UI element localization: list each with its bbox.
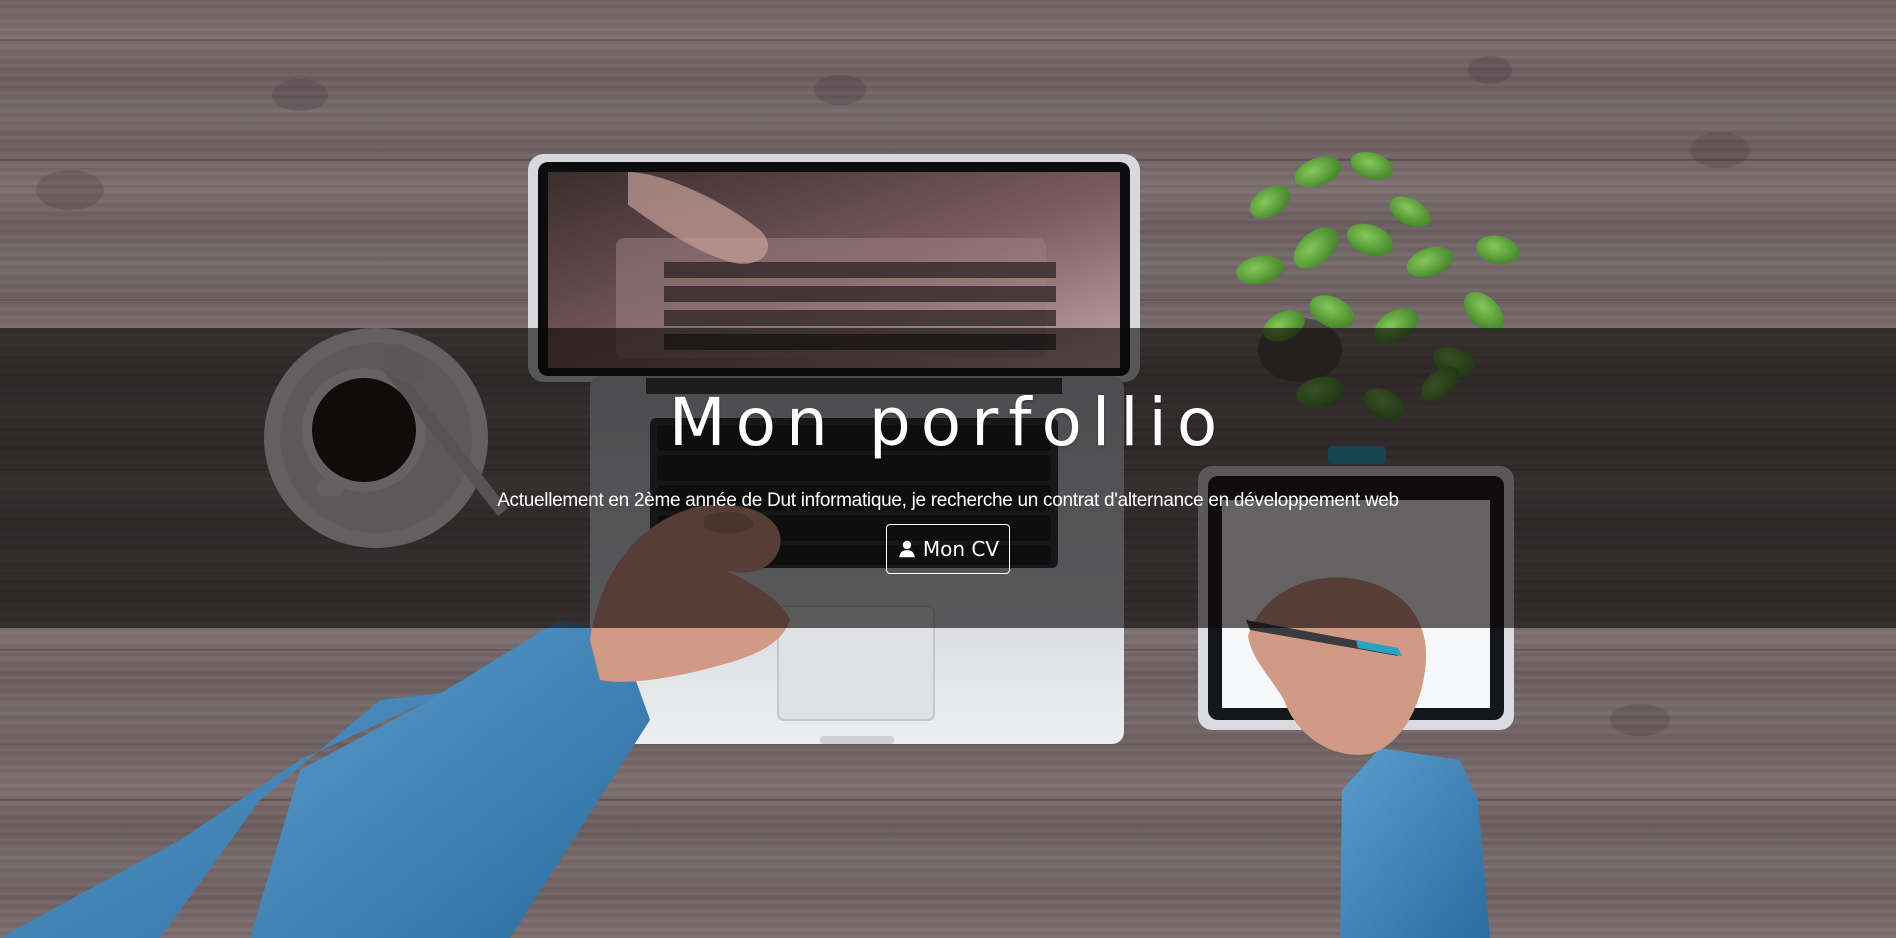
- cv-button-label: Mon CV: [922, 537, 1000, 561]
- hero-content: Mon porfollio Actuellement en 2ème année…: [0, 328, 1896, 628]
- user-icon: [897, 539, 917, 559]
- cv-button[interactable]: Mon CV: [886, 524, 1010, 574]
- page-title: Mon porfollio: [668, 384, 1228, 461]
- hero-section: Mon porfollio Actuellement en 2ème année…: [0, 0, 1896, 938]
- hero-subtitle: Actuellement en 2ème année de Dut inform…: [497, 490, 1399, 511]
